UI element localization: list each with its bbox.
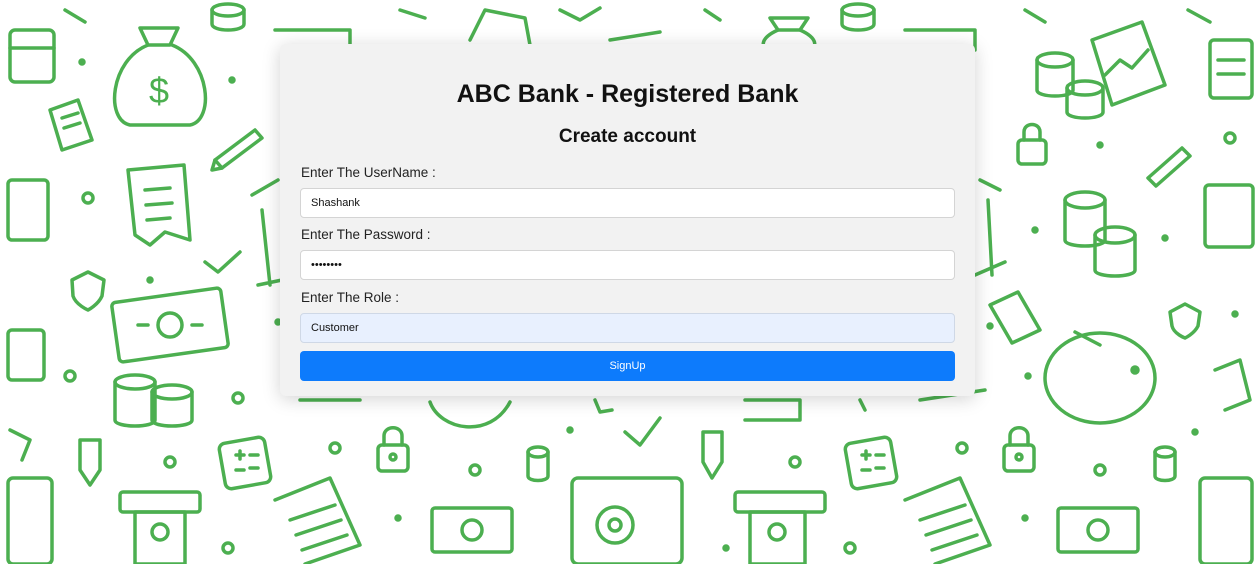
padlock-icon	[1002, 426, 1036, 473]
password-label: Enter The Password :	[301, 227, 431, 242]
receipt-icon	[126, 163, 192, 247]
padlock-icon	[1016, 122, 1048, 166]
page-title: ABC Bank - Registered Bank	[456, 80, 799, 108]
coin-stack-icon	[526, 445, 550, 483]
role-input[interactable]: Customer	[300, 313, 955, 343]
check-icon	[203, 250, 242, 274]
coin-stack-icon	[210, 2, 246, 32]
banknote-icon	[1056, 506, 1140, 554]
password-input[interactable]: ••••••••	[300, 250, 955, 280]
coin-stack-icon	[113, 373, 194, 428]
safe-icon	[570, 476, 684, 564]
wallet-icon	[8, 28, 56, 84]
banknote-icon	[430, 506, 514, 554]
signup-button[interactable]: SignUp	[300, 351, 955, 381]
pencil-icon	[701, 430, 724, 480]
signup-card: ABC Bank - Registered Bank Create accoun…	[280, 44, 975, 396]
calculator-icon	[217, 435, 273, 491]
username-label: Enter The UserName :	[301, 165, 436, 180]
role-label: Enter The Role :	[301, 290, 400, 305]
atm-icon	[733, 490, 827, 564]
banknote-icon	[110, 286, 230, 364]
money-bag-icon: $	[112, 26, 208, 127]
piggy-bank-icon	[1043, 330, 1157, 425]
coin-stack-icon	[1153, 445, 1177, 483]
svg-text:$: $	[149, 70, 169, 111]
check-icon	[623, 416, 662, 447]
shield-icon	[1168, 302, 1202, 340]
shield-icon	[70, 270, 106, 312]
receipt-icon	[988, 290, 1042, 345]
atm-icon	[118, 490, 202, 564]
spreadsheet-icon	[273, 476, 362, 564]
spreadsheet-icon	[903, 476, 992, 564]
pencil-icon	[78, 438, 102, 487]
calculator-icon	[843, 435, 899, 491]
pencil-icon	[1146, 146, 1192, 188]
coin-stack-icon	[1063, 190, 1137, 278]
username-input[interactable]: Shashank	[300, 188, 955, 218]
padlock-icon	[376, 426, 410, 473]
receipt-icon	[48, 98, 94, 152]
form-subtitle: Create account	[558, 126, 697, 147]
pencil-icon	[210, 128, 264, 172]
coin-stack-icon	[1035, 51, 1105, 120]
